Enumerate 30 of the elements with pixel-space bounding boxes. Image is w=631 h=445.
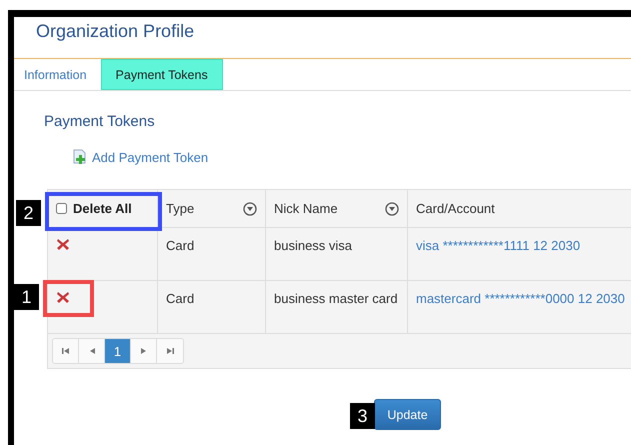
last-page-icon [166, 347, 174, 355]
delete-icon[interactable] [56, 291, 70, 304]
page-title: Organization Profile [35, 20, 196, 43]
filter-icon[interactable] [243, 202, 257, 216]
column-header: Nick Name [274, 201, 338, 216]
page-button[interactable]: 1 [105, 339, 131, 363]
table-cell: Card [166, 238, 194, 253]
account-link[interactable]: mastercard ************0000 12 2030 [416, 291, 625, 306]
callout-number: 2 [16, 200, 41, 226]
column-header: Card/Account [416, 201, 495, 216]
filter-icon[interactable] [385, 202, 399, 216]
checkbox[interactable] [56, 203, 67, 214]
delete-all-checkbox[interactable]: Delete All [56, 201, 132, 216]
table-cell: business visa [274, 238, 352, 253]
column-header: Type [166, 201, 194, 216]
tab[interactable]: Payment Tokens [100, 59, 223, 90]
section-heading: Payment Tokens [44, 113, 156, 132]
table-cell: Card [166, 291, 194, 306]
update-button[interactable]: Update [374, 399, 441, 430]
callout-number: 1 [14, 284, 39, 310]
add-payment-token-link[interactable]: Add Payment Token [92, 150, 208, 164]
next-icon [140, 347, 146, 355]
previous-icon [88, 347, 94, 355]
delete-icon[interactable] [56, 238, 70, 251]
first-page-icon [62, 347, 70, 355]
callout-number: 3 [350, 403, 375, 429]
table-cell: business master card [274, 291, 398, 306]
tab[interactable]: Information [14, 59, 97, 90]
account-link[interactable]: visa ************1111 12 2030 [416, 238, 580, 253]
add-document-icon[interactable] [72, 149, 88, 165]
